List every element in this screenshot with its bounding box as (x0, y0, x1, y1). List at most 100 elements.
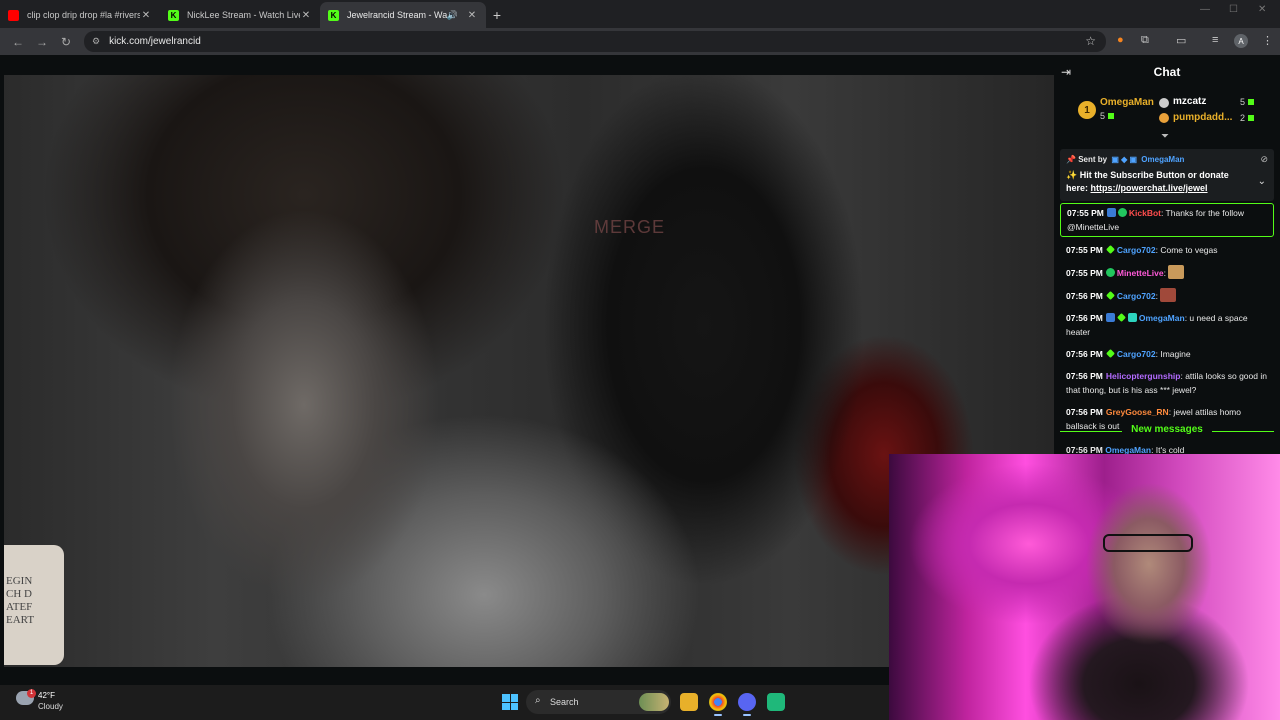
url-text[interactable]: kick.com/jewelrancid (109, 36, 201, 47)
search-label: Search (550, 697, 579, 707)
new-messages-divider[interactable]: New messages (1060, 424, 1274, 438)
bronze-rank-icon (1159, 113, 1169, 123)
taskbar-search[interactable]: ⌕ Search (526, 690, 671, 714)
chair-logo-text: MERGE (594, 217, 666, 237)
search-icon: ⌕ (535, 695, 541, 706)
user-badge-icon (1105, 349, 1115, 358)
back-icon[interactable]: ← (6, 35, 30, 49)
chat-username[interactable]: KickBot (1129, 208, 1161, 218)
close-icon[interactable]: ✕ (140, 10, 152, 21)
close-icon[interactable]: ✕ (300, 10, 312, 21)
user-badge-icon (1105, 313, 1115, 322)
media-controls-icon[interactable]: ≡ (1212, 34, 1218, 46)
browser-tab-3[interactable]: K Jewelrancid Stream - Watch 🔊 ✕ (320, 2, 486, 28)
discord-icon[interactable] (738, 693, 756, 716)
cast-icon[interactable]: ▭ (1176, 34, 1186, 47)
chat-message: 07:55 PM KickBot: Thanks for the follow @… (1060, 203, 1274, 237)
pinned-text: ✨ Hit the Subscribe Button or donate her… (1066, 170, 1229, 193)
chat-panel: ⇥ Chat 1 OmegaMan 5 mzcatz 5 pumpdadd...… (1054, 55, 1280, 455)
new-tab-button[interactable]: + (486, 2, 508, 28)
close-window-icon[interactable]: ✕ (1258, 4, 1266, 15)
user-badge-icon (1116, 313, 1126, 322)
tab-strip: clip clop drip drop #la #riversid ✕ K Ni… (0, 0, 1280, 28)
message-time: 07:56 PM (1066, 313, 1103, 323)
webcam-overlay (889, 454, 1280, 720)
search-highlight-image (639, 693, 669, 711)
forward-icon[interactable]: → (30, 35, 54, 49)
leaderboard-count: 2 (1240, 113, 1255, 123)
chat-message: 07:56 PM Cargo702: (1060, 286, 1274, 305)
weather-condition[interactable]: Cloudy (38, 702, 63, 711)
minimize-icon[interactable]: — (1200, 4, 1210, 15)
browser-tab-2[interactable]: K NickLee Stream - Watch Live on ✕ (160, 2, 320, 28)
leaderboard-name[interactable]: mzcatz (1173, 96, 1206, 107)
silver-rank-icon (1159, 98, 1169, 108)
leaderboard-name[interactable]: pumpdadd... (1173, 112, 1232, 123)
chat-username[interactable]: OmegaMan (1139, 313, 1185, 323)
extension-icon[interactable]: ● (1117, 34, 1124, 46)
chat-messages: 07:55 PM KickBot: Thanks for the follow @… (1060, 203, 1274, 439)
chat-message: 07:56 PM Cargo702: Imagine (1060, 345, 1274, 363)
chat-username[interactable]: GreyGoose_RN (1106, 407, 1169, 417)
more-menu-icon[interactable]: ⋮ (1262, 34, 1273, 47)
puzzle-extensions-icon[interactable]: ⧉ (1141, 34, 1149, 47)
pinned-link[interactable]: https://powerchat.live/jewel (1091, 183, 1208, 193)
app-icon[interactable] (767, 693, 785, 711)
chat-username[interactable]: Cargo702 (1117, 245, 1156, 255)
notification-badge: 1 (27, 689, 36, 698)
browser-tab-1[interactable]: clip clop drip drop #la #riversid ✕ (0, 2, 160, 28)
chat-header: ⇥ Chat (1054, 61, 1280, 83)
tab-title: NickLee Stream - Watch Live on (187, 10, 300, 20)
glasses-shape (1103, 534, 1193, 552)
message-time: 07:55 PM (1066, 268, 1103, 278)
reload-icon[interactable]: ↻ (54, 35, 78, 49)
close-icon[interactable]: ✕ (466, 10, 478, 21)
profile-avatar[interactable]: A (1234, 34, 1248, 48)
chat-message: 07:55 PM MinetteLive: (1060, 263, 1274, 282)
start-windows-icon[interactable] (502, 694, 518, 710)
user-badge-icon (1105, 245, 1115, 254)
leaderboard-count: 5 (1100, 111, 1115, 121)
emote-icon (1160, 288, 1177, 302)
unpin-icon[interactable]: ⊘ (1260, 154, 1268, 165)
chat-username[interactable]: Cargo702 (1117, 291, 1156, 301)
chat-message: 07:56 PM OmegaMan: u need a space heater (1060, 309, 1274, 341)
kick-favicon-icon: K (328, 9, 339, 21)
pinned-header: 📌 Sent by ▣ ◆ ▣ OmegaMan (1066, 155, 1185, 164)
message-time: 07:55 PM (1067, 208, 1104, 218)
leaderboard-name[interactable]: OmegaMan (1100, 97, 1154, 108)
site-info-icon[interactable]: ⚙ (92, 36, 100, 47)
chat-username[interactable]: Cargo702 (1117, 349, 1156, 359)
chevron-down-icon[interactable]: ⌄ (1258, 176, 1266, 187)
rank-badge: 1 (1078, 101, 1096, 119)
message-text: : Come to vegas (1155, 245, 1218, 255)
chat-username[interactable]: MinetteLive (1117, 268, 1164, 278)
user-badge-icon (1117, 208, 1127, 217)
pinned-message: 📌 Sent by ▣ ◆ ▣ OmegaMan ⊘ ✨ Hit the Sub… (1060, 149, 1274, 201)
tab-title: Jewelrancid Stream - Watch (347, 10, 447, 20)
windows-taskbar: 1 42°F Cloudy ⌕ Search (0, 685, 889, 720)
message-time: 07:56 PM (1066, 349, 1103, 359)
weather-temperature[interactable]: 42°F (38, 691, 55, 700)
chat-message: 07:56 PM Helicoptergunship: attila looks … (1060, 367, 1274, 399)
message-text: : (1155, 291, 1158, 301)
maximize-icon[interactable]: ☐ (1229, 4, 1238, 15)
youtube-favicon-icon (8, 9, 19, 21)
message-time: 07:56 PM (1066, 291, 1103, 301)
pin-icon: 📌 (1066, 155, 1076, 164)
file-explorer-icon[interactable] (680, 693, 698, 711)
bookmark-star-icon[interactable]: ☆ (1085, 34, 1096, 48)
url-bar[interactable]: ⚙ kick.com/jewelrancid ☆ (84, 31, 1106, 52)
user-badge-icon (1106, 208, 1116, 217)
address-toolbar: ← → ↻ ⚙ kick.com/jewelrancid ☆ (0, 28, 1280, 55)
leaderboard-count: 5 (1240, 97, 1255, 107)
chat-title: Chat (1153, 65, 1181, 79)
chrome-icon[interactable] (709, 693, 727, 716)
tab-title: clip clop drip drop #la #riversid (27, 10, 140, 20)
chat-username[interactable]: Helicoptergunship (1106, 371, 1181, 381)
mug-text: EGIN CH D ATEF EART (6, 575, 35, 626)
speaker-icon[interactable]: 🔊 (447, 10, 458, 21)
emote-icon (1168, 265, 1185, 279)
leaderboard-toggle-icon[interactable]: ⏷ (1161, 131, 1169, 142)
message-text: : Imagine (1155, 349, 1191, 359)
